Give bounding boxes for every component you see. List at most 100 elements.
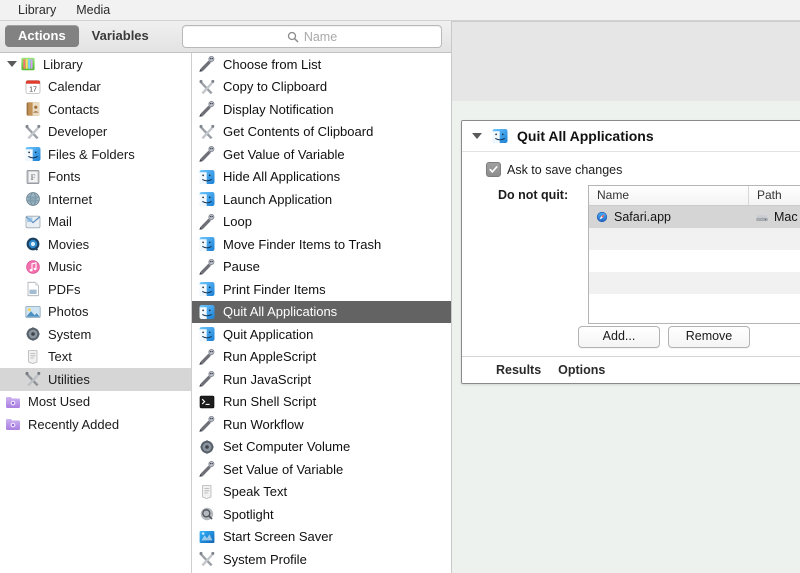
menu-item-library[interactable]: Library — [8, 1, 66, 20]
action-item-label: Run Shell Script — [223, 394, 317, 410]
action-card-quit-all-applications[interactable]: Quit All Applications Ask to save change… — [461, 120, 800, 384]
action-item-run-applescript[interactable]: Run AppleScript — [192, 346, 451, 369]
sidebar-item-system[interactable]: System — [0, 323, 191, 346]
action-item-label: Get Value of Variable — [223, 146, 345, 162]
sidebar-item-music[interactable]: Music — [0, 256, 191, 279]
tab-options[interactable]: Options — [558, 363, 605, 377]
action-item-start-screen-saver[interactable]: Start Screen Saver — [192, 526, 451, 549]
sidebar-item-label: Developer — [48, 124, 108, 140]
tab-results[interactable]: Results — [496, 363, 541, 377]
table-row[interactable] — [589, 228, 800, 250]
internet-icon — [24, 191, 42, 207]
sidebar-item-internet[interactable]: Internet — [0, 188, 191, 211]
action-card-header[interactable]: Quit All Applications — [462, 121, 800, 152]
sidebar-item-utilities[interactable]: Utilities — [0, 368, 191, 391]
sidebar-item-recently-added[interactable]: Recently Added — [0, 413, 191, 436]
action-item-display-notification[interactable]: Display Notification — [192, 98, 451, 121]
action-item-system-profile[interactable]: System Profile — [192, 548, 451, 571]
fonts-icon — [24, 169, 42, 185]
sidebar-item-developer[interactable]: Developer — [0, 121, 191, 144]
sidebar-item-pdfs[interactable]: PDFs — [0, 278, 191, 301]
tab-variables[interactable]: Variables — [79, 25, 162, 47]
action-item-choose-from-list[interactable]: Choose from List — [192, 53, 451, 76]
finder-icon — [198, 304, 216, 320]
action-item-quit-application[interactable]: Quit Application — [192, 323, 451, 346]
search-icon — [287, 31, 299, 43]
action-item-move-finder-items-to-trash[interactable]: Move Finder Items to Trash — [192, 233, 451, 256]
calendar-icon — [24, 79, 42, 95]
sidebar-item-mail[interactable]: Mail — [0, 211, 191, 234]
table-row[interactable] — [589, 250, 800, 272]
system-icon — [24, 326, 42, 342]
action-card-title: Quit All Applications — [517, 128, 654, 144]
pdf-icon — [24, 281, 42, 297]
chevron-down-icon[interactable] — [472, 133, 482, 139]
automator-robot-icon — [198, 101, 216, 117]
sidebar-item-label: Text — [48, 349, 72, 365]
sidebar-item-fonts[interactable]: Fonts — [0, 166, 191, 189]
action-item-hide-all-applications[interactable]: Hide All Applications — [192, 166, 451, 189]
sidebar-item-calendar[interactable]: Calendar — [0, 76, 191, 99]
finder-icon — [198, 236, 216, 252]
action-item-copy-to-clipboard[interactable]: Copy to Clipboard — [192, 76, 451, 99]
remove-button[interactable]: Remove — [668, 326, 750, 348]
action-item-speak-text[interactable]: Speak Text — [192, 481, 451, 504]
cell-name-text: Safari.app — [614, 210, 671, 224]
action-item-label: System Profile — [223, 551, 307, 567]
automator-robot-icon — [198, 146, 216, 162]
sidebar-item-most-used[interactable]: Most Used — [0, 391, 191, 414]
checkbox-checked-icon[interactable] — [486, 162, 501, 177]
add-button[interactable]: Add... — [578, 326, 660, 348]
action-item-label: Quit Application — [223, 326, 314, 342]
system-icon — [24, 326, 42, 342]
disclosure-triangle-icon[interactable] — [5, 61, 19, 68]
ask-to-save-changes-checkbox[interactable]: Ask to save changes — [486, 162, 800, 177]
action-item-pause[interactable]: Pause — [192, 256, 451, 279]
action-item-launch-application[interactable]: Launch Application — [192, 188, 451, 211]
action-item-print-finder-items[interactable]: Print Finder Items — [192, 278, 451, 301]
action-item-quit-all-applications[interactable]: Quit All Applications — [192, 300, 451, 323]
smart-folder-icon — [4, 416, 22, 432]
cell-name: Safari.app — [589, 210, 749, 224]
finder-icon — [198, 191, 216, 207]
action-item-label: Hide All Applications — [223, 169, 341, 185]
menu-item-media[interactable]: Media — [66, 1, 120, 20]
action-item-run-javascript[interactable]: Run JavaScript — [192, 368, 451, 391]
sidebar-item-label: Most Used — [28, 394, 91, 410]
table-row[interactable] — [589, 294, 800, 316]
column-header-name[interactable]: Name — [589, 186, 749, 205]
action-item-loop[interactable]: Loop — [192, 211, 451, 234]
sidebar-item-text[interactable]: Text — [0, 346, 191, 369]
table-row[interactable]: Safari.app Mac — [589, 206, 800, 228]
sidebar-item-photos[interactable]: Photos — [0, 301, 191, 324]
actions-list[interactable]: Choose from List Copy to Clipboard Display… — [192, 53, 451, 573]
action-item-get-contents-of-clipboard[interactable]: Get Contents of Clipboard — [192, 121, 451, 144]
workflow-canvas[interactable]: Quit All Applications Ask to save change… — [452, 101, 800, 573]
fonts-icon — [24, 169, 42, 185]
tab-actions[interactable]: Actions — [5, 25, 79, 47]
do-not-quit-table[interactable]: Name Path Safari.app Mac — [588, 185, 800, 324]
cell-path-text: Mac — [774, 210, 798, 224]
action-item-set-computer-volume[interactable]: Set Computer Volume — [192, 436, 451, 459]
sidebar-item-library[interactable]: Library — [0, 53, 191, 76]
search-inner: Name — [287, 30, 337, 44]
action-item-get-value-of-variable[interactable]: Get Value of Variable — [192, 143, 451, 166]
column-header-path[interactable]: Path — [749, 186, 800, 205]
sidebar-item-movies[interactable]: Movies — [0, 233, 191, 256]
sidebar-item-files-folders[interactable]: Files & Folders — [0, 143, 191, 166]
action-item-run-workflow[interactable]: Run Workflow — [192, 413, 451, 436]
library-sidebar[interactable]: Library Calendar Contacts Developer Files & … — [0, 53, 191, 573]
finder-icon — [198, 191, 216, 207]
automator-window: Library Media Actions Variables Name Lib… — [0, 0, 800, 573]
search-input[interactable]: Name — [182, 25, 442, 48]
action-item-spotlight[interactable]: Spotlight — [192, 503, 451, 526]
table-row[interactable] — [589, 272, 800, 294]
sidebar-item-contacts[interactable]: Contacts — [0, 98, 191, 121]
action-item-set-value-of-variable[interactable]: Set Value of Variable — [192, 458, 451, 481]
action-item-label: Display Notification — [223, 101, 334, 117]
action-item-run-shell-script[interactable]: Run Shell Script — [192, 391, 451, 414]
utilities-icon — [24, 371, 42, 387]
action-item-label: Print Finder Items — [223, 281, 326, 297]
movies-icon — [24, 236, 42, 252]
automator-robot-icon — [198, 371, 216, 387]
